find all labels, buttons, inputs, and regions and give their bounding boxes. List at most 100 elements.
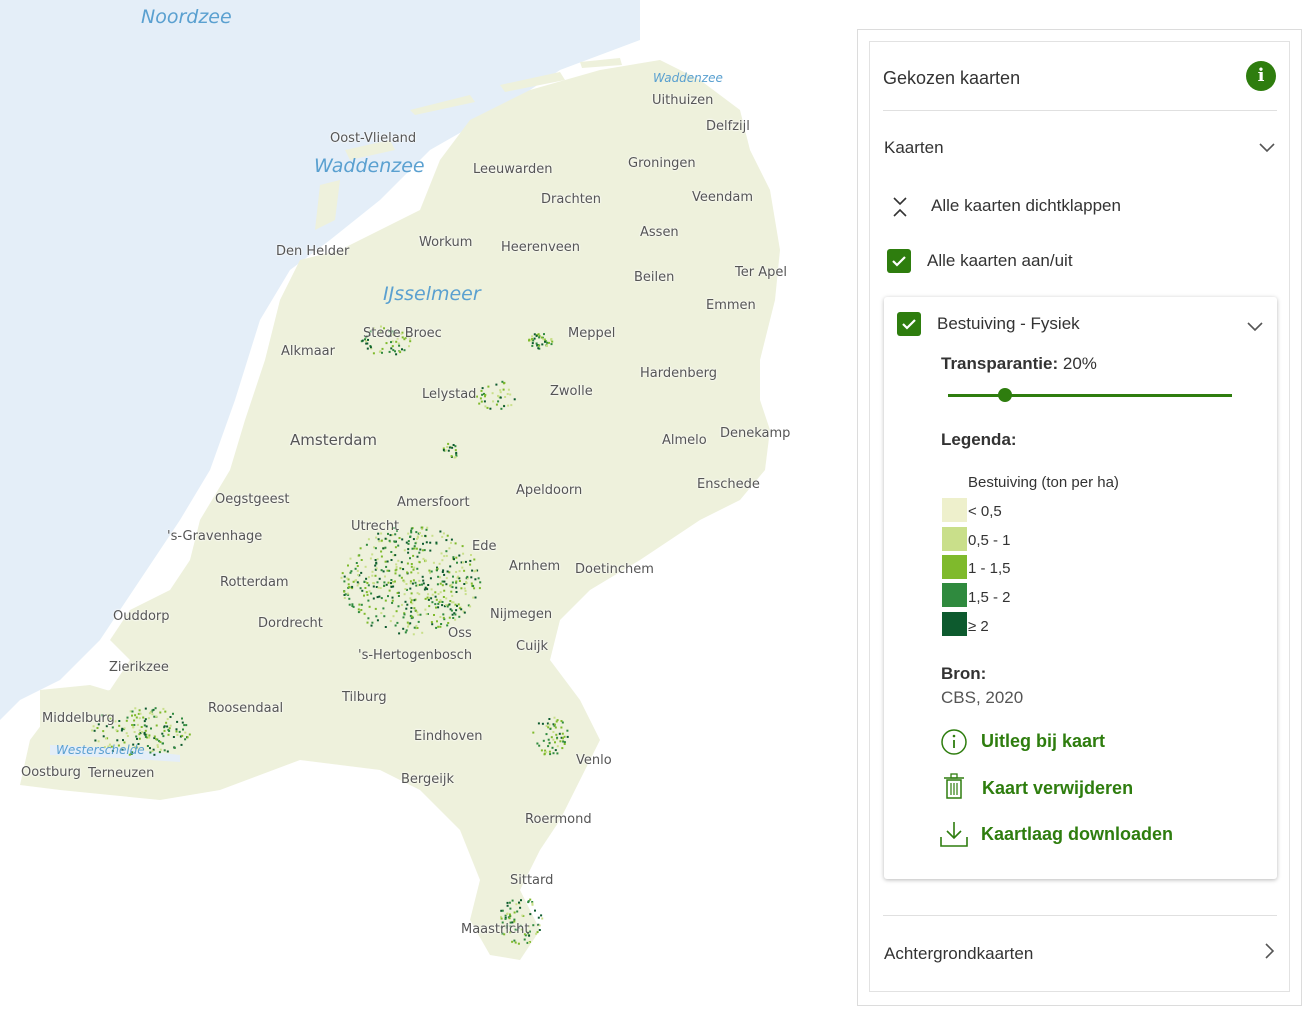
bestuiving-dot <box>460 587 463 590</box>
place-label: Amersfoort <box>397 495 470 510</box>
bestuiving-dot <box>497 400 500 403</box>
bestuiving-dot <box>500 917 503 920</box>
chevron-down-icon[interactable] <box>1246 320 1264 332</box>
bestuiving-dot <box>520 899 522 902</box>
bestuiving-dot <box>546 341 549 344</box>
bestuiving-dot <box>391 596 394 599</box>
bestuiving-dot <box>168 727 171 730</box>
bestuiving-dot <box>131 710 134 713</box>
bestuiving-dot <box>409 597 412 600</box>
bestuiving-dot <box>445 577 448 580</box>
bestuiving-dot <box>399 351 402 354</box>
place-label: Delfzijl <box>706 119 750 134</box>
collapse-all-button[interactable]: Alle kaarten dichtklappen <box>931 196 1121 216</box>
bestuiving-dot <box>175 728 178 731</box>
bestuiving-dot <box>385 583 388 586</box>
bestuiving-dot <box>508 901 511 904</box>
layer-checkbox[interactable] <box>897 312 921 336</box>
bestuiving-dot <box>351 605 354 607</box>
transparency-slider-thumb[interactable] <box>997 388 1012 402</box>
bestuiving-dot <box>421 526 424 529</box>
bestuiving-dot <box>384 599 387 602</box>
bestuiving-dot <box>442 613 445 616</box>
kaarten-section-label[interactable]: Kaarten <box>884 138 944 158</box>
bestuiving-dot <box>390 551 393 553</box>
bestuiving-dot <box>523 938 526 941</box>
bestuiving-dot <box>135 716 138 719</box>
bestuiving-dot <box>380 555 383 558</box>
bestuiving-dot <box>442 616 445 619</box>
toggle-all-label[interactable]: Alle kaarten aan/uit <box>927 251 1073 271</box>
bestuiving-dot <box>436 620 438 623</box>
bestuiving-dot <box>392 581 395 584</box>
bestuiving-dot <box>380 612 383 615</box>
bestuiving-dot <box>451 594 454 597</box>
bestuiving-dot <box>403 349 406 352</box>
bestuiving-dot <box>149 751 152 754</box>
bestuiving-dot <box>159 748 162 751</box>
bestuiving-dot <box>355 562 358 564</box>
bestuiving-dot <box>427 584 430 586</box>
bestuiving-dot <box>435 541 438 544</box>
checkmark-icon <box>902 319 916 330</box>
trash-icon[interactable] <box>942 773 966 801</box>
bestuiving-dot <box>460 608 463 611</box>
layer-name[interactable]: Bestuiving - Fysiek <box>937 314 1080 334</box>
bestuiving-dot <box>405 541 408 544</box>
bestuiving-dot <box>549 727 552 730</box>
bestuiving-dot <box>116 739 119 742</box>
bestuiving-dot <box>541 722 544 725</box>
bestuiving-dot <box>447 449 450 452</box>
bestuiving-dot <box>412 538 415 541</box>
bestuiving-dot <box>447 622 450 624</box>
collapse-all-icon[interactable] <box>891 195 909 219</box>
bestuiving-dot <box>349 557 352 560</box>
bestuiving-dot <box>443 573 446 576</box>
bestuiving-dot <box>410 529 413 532</box>
bestuiving-dot <box>532 924 535 927</box>
bestuiving-dot <box>497 395 500 398</box>
bestuiving-dot <box>348 603 351 606</box>
bestuiving-dot <box>542 338 545 341</box>
bestuiving-dot <box>126 716 129 719</box>
info-icon[interactable]: i <box>1246 61 1276 91</box>
explain-map-link[interactable]: Uitleg bij kaart <box>981 731 1105 752</box>
bestuiving-dot <box>156 744 159 747</box>
bestuiving-dot <box>528 338 531 341</box>
bestuiving-dot <box>422 542 424 545</box>
download-layer-button[interactable]: Kaartlaag downloaden <box>981 824 1173 845</box>
bestuiving-dot <box>553 716 556 719</box>
remove-map-button[interactable]: Kaart verwijderen <box>982 778 1133 799</box>
legend-item-label: 0,5 - 1 <box>968 532 1011 549</box>
bestuiving-dot <box>398 537 401 539</box>
bestuiving-dot <box>464 589 467 592</box>
bestuiving-dot <box>359 547 362 550</box>
bestuiving-dot <box>369 346 372 349</box>
chevron-down-icon[interactable] <box>1258 141 1276 153</box>
bestuiving-dot <box>181 721 184 724</box>
bestuiving-dot <box>380 569 383 572</box>
background-maps-label[interactable]: Achtergrondkaarten <box>884 944 1033 964</box>
bestuiving-dot <box>93 729 96 732</box>
bestuiving-dot <box>473 570 476 573</box>
bestuiving-dot <box>480 389 483 392</box>
bestuiving-dot <box>446 605 449 608</box>
transparency-slider-track[interactable] <box>948 394 1232 397</box>
toggle-all-checkbox[interactable] <box>887 249 911 273</box>
chevron-right-icon[interactable] <box>1263 942 1275 960</box>
bestuiving-dot <box>417 613 420 616</box>
bestuiving-dot <box>352 580 355 583</box>
bestuiving-dot <box>176 720 179 723</box>
place-label: Heerenveen <box>501 240 580 255</box>
info-outline-icon[interactable] <box>940 728 968 756</box>
bestuiving-dot <box>151 709 154 712</box>
bestuiving-dot <box>450 583 453 586</box>
bestuiving-dot <box>383 584 386 587</box>
bestuiving-dot <box>434 595 437 598</box>
bestuiving-dot <box>409 557 411 560</box>
download-icon[interactable] <box>939 819 969 849</box>
bestuiving-dot <box>408 345 410 348</box>
bestuiving-dot <box>365 577 368 580</box>
place-label: Beilen <box>634 270 675 285</box>
bestuiving-dot <box>544 340 546 343</box>
